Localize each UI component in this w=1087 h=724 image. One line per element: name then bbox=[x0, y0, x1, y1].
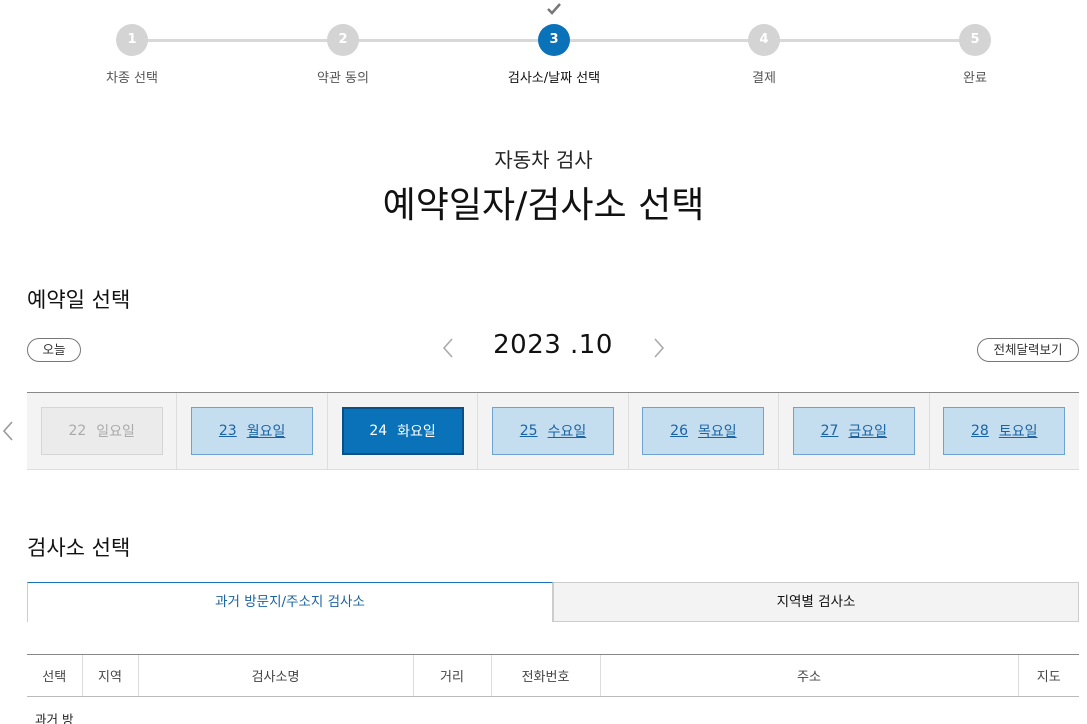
page-subtitle: 자동차 검사 bbox=[494, 148, 593, 172]
col-header-address: 주소 bbox=[599, 654, 1018, 697]
step-label: 검사소/날짜 선택 bbox=[507, 71, 601, 86]
day-weekday: 일요일 bbox=[96, 424, 135, 440]
page-title: 예약일자/검사소 선택 bbox=[382, 185, 705, 226]
day-button-24[interactable]: 24 화요일 bbox=[341, 407, 464, 455]
step-label: 약관 동의 bbox=[317, 71, 369, 86]
day-button-22: 22 일요일 bbox=[40, 407, 163, 455]
step-number: 3 bbox=[538, 24, 570, 56]
step-3: 3 검사소/날짜 선택 bbox=[489, 3, 619, 86]
day-weekday: 금요일 bbox=[848, 424, 888, 440]
table-header-row: 선택 지역 검사소명 거리 전화번호 주소 지도 bbox=[27, 654, 1079, 697]
step-4: 4 결제 bbox=[699, 24, 829, 86]
step-label: 차종 선택 bbox=[106, 71, 158, 86]
step-1: 1 차종 선택 bbox=[67, 24, 197, 86]
tab-by-region[interactable]: 지역별 검사소 bbox=[553, 582, 1079, 622]
day-strip: 22 일요일 23 월요일 24 화요일 25 수요일 26 목요일 27 금요… bbox=[27, 392, 1079, 470]
day-number: 26 bbox=[670, 423, 688, 439]
day-cell: 22 일요일 bbox=[27, 393, 178, 469]
tab-past-visits[interactable]: 과거 방문지/주소지 검사소 bbox=[27, 582, 553, 622]
day-button-26[interactable]: 26 목요일 bbox=[642, 407, 765, 455]
day-number: 24 bbox=[369, 423, 388, 439]
prev-week-icon[interactable] bbox=[0, 419, 16, 443]
center-section-title: 검사소 선택 bbox=[27, 536, 131, 560]
full-calendar-button[interactable]: 전체달력보기 bbox=[977, 338, 1079, 362]
col-header-distance: 거리 bbox=[412, 654, 491, 697]
day-button-28[interactable]: 28 토요일 bbox=[943, 407, 1066, 455]
center-table: 선택 지역 검사소명 거리 전화번호 주소 지도 bbox=[27, 654, 1079, 697]
reservation-page: 1 차종 선택 2 약관 동의 3 검사소/날짜 선택 4 결제 5 완료 자동… bbox=[0, 0, 1087, 724]
day-button-25[interactable]: 25 수요일 bbox=[491, 407, 614, 455]
table-row-note: 과거 방 bbox=[35, 712, 74, 724]
day-cell: 24 화요일 bbox=[328, 393, 479, 469]
day-number: 23 bbox=[218, 423, 237, 439]
step-number: 5 bbox=[959, 24, 991, 56]
date-section-title: 예약일 선택 bbox=[27, 288, 131, 312]
step-number: 1 bbox=[116, 24, 148, 56]
step-label: 완료 bbox=[963, 71, 987, 86]
center-tabs: 과거 방문지/주소지 검사소 지역별 검사소 bbox=[27, 582, 1079, 622]
today-button[interactable]: 오늘 bbox=[27, 338, 81, 362]
day-weekday: 토요일 bbox=[998, 424, 1038, 440]
day-weekday: 수요일 bbox=[547, 424, 587, 440]
col-header-center-name: 검사소명 bbox=[137, 654, 413, 697]
day-number: 22 bbox=[68, 423, 87, 439]
col-header-select: 선택 bbox=[27, 654, 82, 697]
step-2: 2 약관 동의 bbox=[278, 24, 408, 86]
step-5: 5 완료 bbox=[910, 24, 1040, 86]
checkmark-icon bbox=[547, 3, 561, 15]
day-button-27[interactable]: 27 금요일 bbox=[792, 407, 915, 455]
month-label: 2023 .10 bbox=[493, 330, 613, 360]
progress-stepper: 1 차종 선택 2 약관 동의 3 검사소/날짜 선택 4 결제 5 완료 bbox=[0, 0, 1087, 100]
col-header-phone: 전화번호 bbox=[490, 654, 600, 697]
day-cell: 23 월요일 bbox=[177, 393, 328, 469]
next-month-icon[interactable] bbox=[648, 336, 668, 360]
step-label: 결제 bbox=[752, 71, 776, 86]
day-button-23[interactable]: 23 월요일 bbox=[191, 407, 314, 455]
day-weekday: 월요일 bbox=[246, 424, 286, 440]
day-weekday: 화요일 bbox=[397, 424, 436, 440]
day-number: 28 bbox=[971, 423, 989, 439]
day-cell: 26 목요일 bbox=[629, 393, 780, 469]
day-number: 27 bbox=[820, 423, 839, 439]
day-cell: 28 토요일 bbox=[930, 393, 1079, 469]
step-number: 4 bbox=[748, 24, 780, 56]
day-weekday: 목요일 bbox=[697, 424, 737, 440]
step-number: 2 bbox=[327, 24, 359, 56]
day-number: 25 bbox=[519, 423, 538, 439]
col-header-region: 지역 bbox=[81, 654, 138, 697]
day-cell: 25 수요일 bbox=[478, 393, 629, 469]
col-header-map: 지도 bbox=[1017, 654, 1079, 697]
day-cell: 27 금요일 bbox=[779, 393, 930, 469]
